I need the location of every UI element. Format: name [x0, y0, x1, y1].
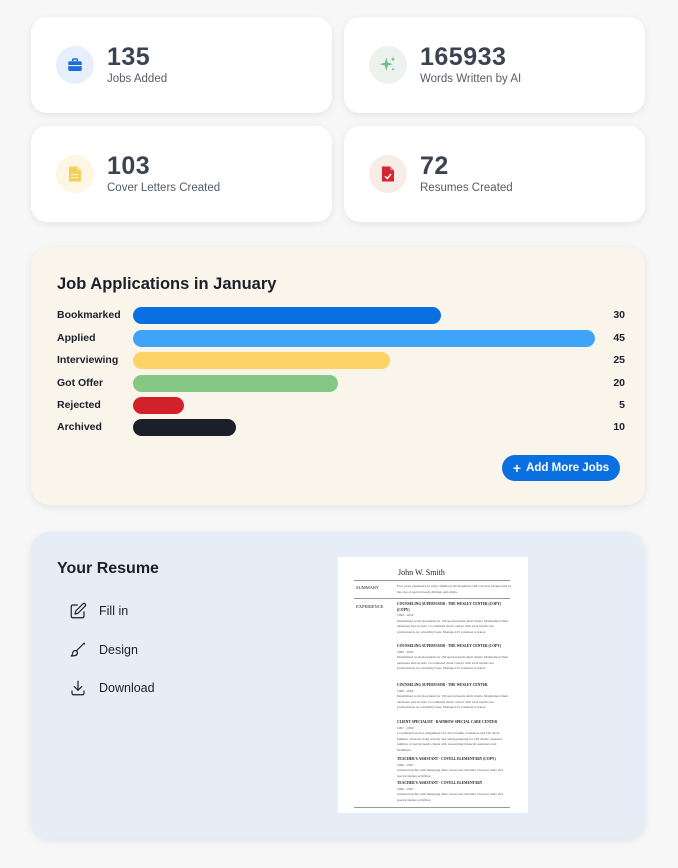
bar-track [133, 397, 595, 414]
experience-entry: COUNSELING SUPERVISOR - THE WESLEY CENTE… [397, 644, 511, 672]
stat-value: 72 [420, 152, 449, 180]
resume-name: John W. Smith [398, 568, 445, 577]
experience-entry: TEACHER'S ASSISTANT - COVELL ELEMENTARY … [397, 781, 511, 803]
stat-card-words-written: 165933 Words Written by AI [344, 17, 645, 113]
your-resume-title: Your Resume [57, 560, 159, 577]
bar-fill [133, 330, 595, 347]
job-text: Determined work placement for 150 specia… [397, 694, 509, 709]
job-text: Determined work placement for 150 specia… [397, 618, 509, 634]
summary-heading: SUMMARY [356, 585, 380, 590]
job-title: TEACHER'S ASSISTANT - COVELL ELEMENTARY … [397, 757, 496, 761]
bar-track [133, 330, 595, 347]
fill-in-label: Fill in [99, 604, 129, 618]
job-applications-title: Job Applications in January [57, 275, 277, 293]
job-years: 1999 - 2002 [397, 688, 414, 693]
experience-entry: COUNSELING SUPERVISOR - THE WESLEY CENTE… [397, 683, 511, 711]
stat-value: 165933 [420, 43, 507, 71]
bar-label: Bookmarked [57, 309, 121, 321]
bar-count: 5 [619, 399, 625, 411]
bar-fill [133, 352, 390, 369]
job-text: Assisted teacher with managing daily cla… [397, 768, 503, 778]
fill-in-button[interactable]: Fill in [69, 600, 128, 622]
bar-fill [133, 397, 185, 414]
resume-check-icon [369, 155, 407, 193]
experience-entry: CLIENT SPECIALIST - RAINBOW SPECIAL CARE… [397, 720, 511, 753]
stat-value: 135 [107, 43, 151, 71]
job-text: Assisted teacher with managing daily cla… [397, 792, 503, 802]
bar-count: 30 [613, 309, 625, 321]
brush-icon [70, 642, 86, 657]
bar-fill [133, 375, 339, 392]
job-years: 1997 - 1999 [397, 725, 414, 730]
bar-label: Rejected [57, 399, 101, 411]
bar-count: 10 [613, 421, 625, 433]
bar-count: 45 [613, 332, 625, 344]
experience-entry: TEACHER'S ASSISTANT - COVELL ELEMENTARY … [397, 757, 511, 779]
edit-icon [70, 602, 87, 619]
job-years: 1996 - 1997 [397, 786, 414, 791]
stat-card-cover-letters: 103 Cover Letters Created [31, 126, 332, 222]
add-more-jobs-button[interactable]: + Add More Jobs [502, 455, 620, 481]
job-years: 1999 - 2002 [397, 613, 414, 617]
divider [354, 580, 510, 581]
sparkles-icon [369, 46, 407, 84]
design-button[interactable]: Design [69, 639, 138, 661]
stat-label: Resumes Created [420, 182, 513, 194]
bar-row-rejected: Rejected 5 [57, 397, 625, 415]
bar-count: 20 [613, 377, 625, 389]
job-title: COUNSELING SUPERVISOR - THE WESLEY CENTE… [397, 683, 488, 687]
job-years: 1999 - 2002 [397, 649, 414, 654]
job-title: TEACHER'S ASSISTANT - COVELL ELEMENTARY [397, 781, 483, 785]
job-applications-card: Job Applications in January Bookmarked 3… [31, 247, 645, 505]
bar-row-bookmarked: Bookmarked 30 [57, 307, 625, 325]
download-icon [71, 680, 85, 696]
job-title: CLIENT SPECIALIST - RAINBOW SPECIAL CARE… [397, 720, 498, 724]
download-button[interactable]: Download [69, 677, 155, 699]
summary-text: Five years experience in early childhood… [397, 584, 511, 594]
stat-value: 103 [107, 152, 151, 180]
plus-icon: + [512, 460, 522, 476]
bar-row-interviewing: Interviewing 25 [57, 352, 625, 370]
your-resume-card: Your Resume Fill in Design Download John… [31, 532, 645, 839]
bar-track [133, 307, 595, 324]
bar-label: Interviewing [57, 354, 119, 366]
bar-row-applied: Applied 45 [57, 330, 625, 348]
briefcase-icon [56, 46, 94, 84]
bar-label: Got Offer [57, 377, 104, 389]
job-text: Determined work placement for 150 specia… [397, 655, 509, 670]
divider [354, 598, 510, 599]
job-text: Coordinated service assignments for 20 p… [397, 731, 502, 752]
bar-track [133, 419, 595, 436]
bar-label: Applied [57, 332, 96, 344]
stat-label: Cover Letters Created [107, 182, 221, 194]
download-label: Download [99, 681, 155, 695]
divider [354, 807, 510, 808]
bar-track [133, 375, 595, 392]
bar-track [133, 352, 595, 369]
stat-label: Words Written by AI [420, 73, 522, 85]
job-years: 1996 - 1997 [397, 762, 414, 767]
stat-card-jobs-added: 135 Jobs Added [31, 17, 332, 113]
document-icon [56, 155, 94, 193]
resume-preview[interactable]: John W. Smith SUMMARY Five years experie… [338, 557, 528, 813]
job-title: COUNSELING SUPERVISOR - THE WESLEY CENTE… [397, 602, 502, 612]
bar-count: 25 [613, 354, 625, 366]
bar-label: Archived [57, 421, 102, 433]
stat-card-resumes-created: 72 Resumes Created [344, 126, 645, 222]
stat-label: Jobs Added [107, 73, 168, 85]
bar-row-archived: Archived 10 [57, 419, 625, 437]
bar-fill [133, 307, 441, 324]
design-label: Design [99, 643, 138, 657]
experience-entry: COUNSELING SUPERVISOR - THE WESLEY CENTE… [397, 602, 511, 635]
add-more-jobs-label: Add More Jobs [526, 462, 610, 474]
bar-fill [133, 419, 236, 436]
experience-heading: EXPERIENCE [356, 604, 384, 609]
bar-row-got-offer: Got Offer 20 [57, 375, 625, 393]
job-title: COUNSELING SUPERVISOR - THE WESLEY CENTE… [397, 644, 502, 648]
